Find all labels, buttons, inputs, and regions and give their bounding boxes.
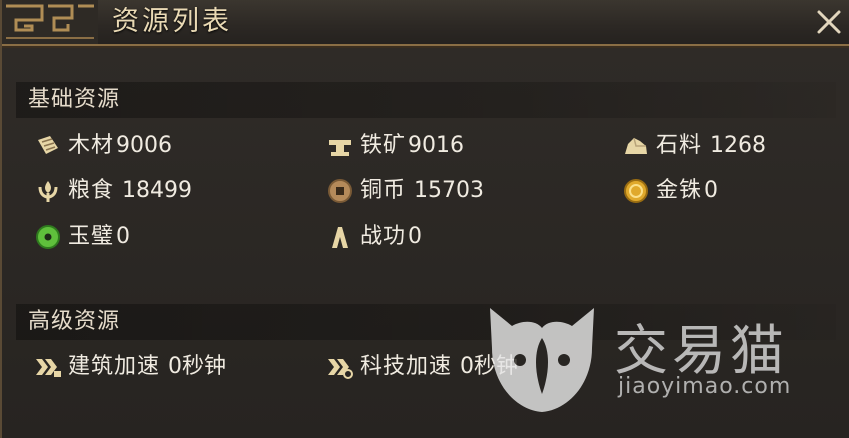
- resource-value: 15703: [414, 178, 485, 203]
- resource-value: 0: [408, 224, 423, 249]
- resource-value: 18499: [122, 178, 193, 203]
- resource-value: 9016: [408, 133, 465, 158]
- resource-label: 玉璧: [68, 224, 115, 249]
- resource-wood: 木材 9006: [34, 129, 172, 163]
- resource-value: 0: [116, 224, 131, 249]
- title-ornament-icon: [2, 0, 98, 44]
- resource-value: 9006: [116, 133, 173, 158]
- resource-label: 铜币: [360, 178, 407, 203]
- close-button[interactable]: [811, 4, 847, 40]
- section-title-advanced: 高级资源: [28, 309, 121, 334]
- window-title: 资源列表: [112, 6, 232, 37]
- stone-icon: [625, 137, 647, 154]
- merit-icon: [332, 227, 348, 248]
- resource-value: 0: [704, 178, 719, 203]
- resource-gold-bead: 金铢 0: [622, 174, 718, 208]
- resource-label: 石料: [656, 133, 703, 158]
- resource-grain: 粮食 18499: [34, 174, 192, 208]
- resource-stone: 石料 1268: [622, 129, 766, 163]
- resource-value: 1268: [710, 133, 767, 158]
- resource-jade-bi: 玉璧 0: [34, 220, 130, 254]
- resource-label: 铁矿: [360, 133, 407, 158]
- gold-bead-icon: [624, 179, 648, 203]
- cat-logo-icon: [490, 308, 594, 412]
- resource-list-panel: 资源列表 基础资源 木材 9006 铁矿 9016 石料 1268 粮食 184…: [0, 0, 849, 438]
- jade-bi-icon: [36, 225, 60, 249]
- section-header-basic: 基础资源: [16, 82, 836, 118]
- tech-speedup-icon: [328, 359, 353, 379]
- watermark-en: jiaoyimao.com: [618, 374, 792, 399]
- title-bar: 资源列表: [2, 0, 849, 46]
- section-title-basic: 基础资源: [28, 87, 121, 112]
- grain-icon: [38, 181, 58, 202]
- resource-copper-coin: 铜币 15703: [326, 174, 484, 208]
- resource-label: 建筑加速: [68, 354, 161, 379]
- resource-build-speedup: 建筑加速 0秒钟: [34, 350, 226, 384]
- wood-icon: [38, 136, 58, 154]
- iron-ore-icon: [329, 140, 351, 156]
- resource-value: 0秒钟: [168, 354, 227, 379]
- resource-merit: 战功 0: [326, 220, 422, 254]
- resource-label: 科技加速: [360, 354, 453, 379]
- watermark: 交易猫 jiaoyimao.com: [482, 298, 842, 418]
- resource-iron-ore: 铁矿 9016: [326, 129, 464, 163]
- resource-label: 木材: [68, 133, 115, 158]
- resource-label: 金铢: [656, 178, 703, 203]
- close-icon: [817, 10, 841, 34]
- copper-coin-icon: [328, 179, 352, 203]
- resource-label: 粮食: [68, 178, 115, 203]
- build-speedup-icon: [36, 359, 61, 377]
- resource-label: 战功: [360, 224, 407, 249]
